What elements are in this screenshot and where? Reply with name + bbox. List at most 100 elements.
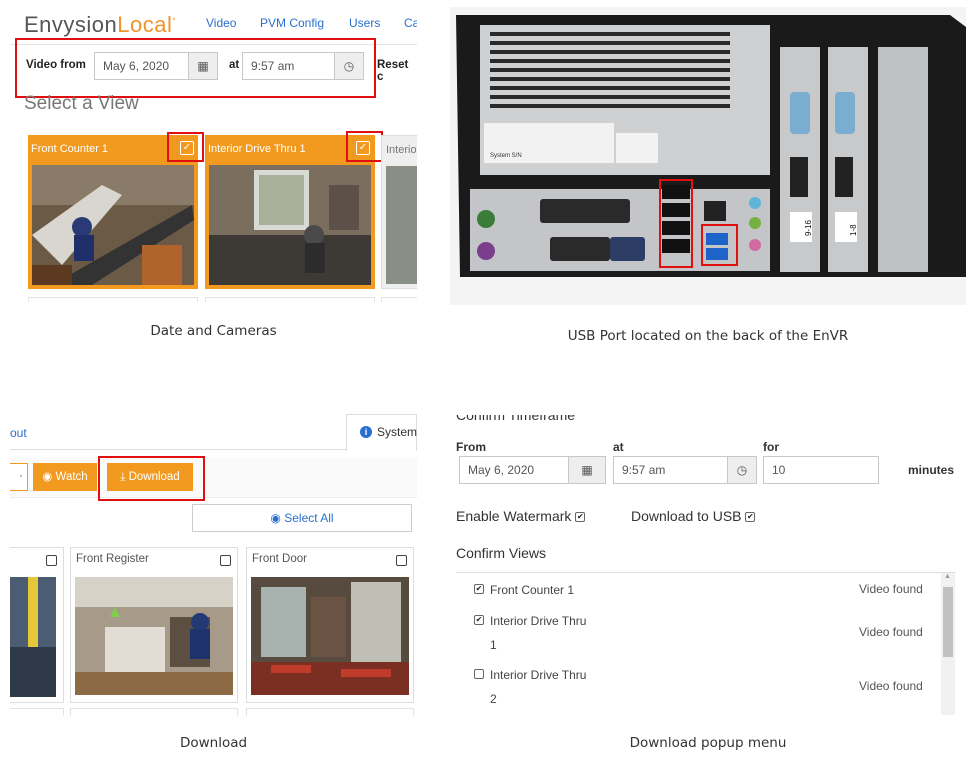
scrollbar-thumb[interactable] — [943, 587, 953, 657]
eye-icon: ◉ — [270, 511, 285, 525]
download-button[interactable]: ⤓ Download — [107, 463, 193, 491]
download-usb-label: Download to USB — [631, 508, 742, 524]
camera-tile-stub — [10, 708, 64, 716]
brand-logo: EnvysionLocal° — [24, 12, 177, 37]
camera-title: Front Register — [76, 553, 149, 565]
nav-pvm-config[interactable]: PVM Config — [260, 16, 324, 30]
at-time-input[interactable]: 9:57 am — [613, 456, 728, 484]
views-divider — [456, 572, 956, 573]
tab-system[interactable]: i System — [346, 414, 417, 451]
envr-back-photo: System S/N 9-16 1-8 — [450, 7, 966, 305]
view-name: Front Counter 1 — [490, 583, 575, 597]
camera-card-stub — [28, 297, 198, 302]
tab-system-label: System — [377, 425, 417, 439]
at-label: at — [613, 440, 624, 454]
view-name: Interior Drive Thru — [490, 614, 587, 628]
camera-title: Front Door — [252, 553, 307, 565]
download-label: Download — [128, 471, 180, 483]
nav-video[interactable]: Video — [206, 16, 236, 30]
camera-card-front-counter-1[interactable]: Front Counter 1 ✓ — [28, 135, 198, 289]
clock-icon[interactable]: ◷ — [727, 456, 757, 484]
camera-tile-front-register[interactable]: Front Register — [70, 547, 238, 703]
select-all-button[interactable]: ◉ Select All — [192, 504, 412, 532]
camera-tile-stub — [70, 708, 238, 716]
for-label: for — [763, 440, 779, 454]
time-input[interactable]: 9:57 am — [242, 52, 335, 80]
info-icon: i — [360, 426, 372, 438]
check-icon[interactable]: ✓ — [356, 141, 370, 155]
camera-tile-front-door[interactable]: Front Door — [246, 547, 414, 703]
camera-thumbnail — [386, 166, 417, 284]
minutes-label: minutes — [908, 463, 955, 477]
slot-label-a: 9-16 — [804, 219, 813, 236]
watermark-option[interactable]: Enable Watermark ✔ — [456, 508, 586, 524]
eye-icon: ◉ — [42, 471, 56, 483]
checkbox[interactable] — [220, 555, 231, 566]
separator-dot: · — [19, 468, 23, 482]
view-name-line2: 2 — [490, 692, 497, 706]
camera-thumbnail — [32, 165, 194, 285]
brand-main: Envysion — [24, 12, 118, 37]
confirm-timeframe-heading: Confirm Timeframe — [456, 415, 576, 423]
view-status: Video found — [859, 582, 923, 596]
view-checkbox[interactable] — [474, 669, 484, 679]
caption-popup: Download popup menu — [629, 735, 787, 751]
camera-card-interior[interactable]: Interio — [381, 135, 417, 289]
scroll-up-icon[interactable]: ▲ — [944, 573, 951, 580]
watch-button[interactable]: ◉ Watch — [33, 463, 97, 491]
views-scrollbar[interactable]: ▲ — [941, 573, 955, 715]
camera-card-stub — [205, 297, 375, 302]
download-usb-option[interactable]: Download to USB ✔ — [631, 508, 756, 524]
sticker-text: System S/N — [490, 153, 522, 159]
camera-tile-stub — [246, 708, 414, 716]
camera-thumbnail — [209, 165, 371, 285]
nav-users[interactable]: Users — [349, 16, 380, 30]
clock-icon[interactable]: ◷ — [334, 52, 364, 80]
view-status: Video found — [859, 679, 923, 693]
select-view-heading: Select a View — [24, 93, 139, 114]
calendar-icon[interactable]: ▦ — [188, 52, 218, 80]
video-from-label: Video from — [26, 59, 86, 71]
panel-download-popup: Confirm Timeframe From at for May 6, 202… — [450, 415, 966, 715]
camera-thumbnail — [75, 577, 233, 695]
duration-input[interactable]: 10 — [763, 456, 879, 484]
header-divider — [10, 44, 417, 45]
camera-tile-partial[interactable] — [10, 547, 64, 703]
from-date-input[interactable]: May 6, 2020 — [459, 456, 569, 484]
camera-card-stub — [381, 297, 417, 302]
panel-date-cameras: EnvysionLocal° Video PVM Config Users Ca… — [10, 4, 417, 302]
watermark-label: Enable Watermark — [456, 508, 572, 524]
checkbox[interactable] — [46, 555, 57, 566]
tab-logout[interactable]: out — [10, 426, 27, 440]
confirm-views-heading: Confirm Views — [456, 545, 546, 561]
view-checkbox[interactable]: ✔ — [474, 615, 484, 625]
check-icon[interactable]: ✓ — [180, 141, 194, 155]
panel-usb-photo: System S/N 9-16 1-8 — [450, 7, 966, 305]
view-status: Video found — [859, 625, 923, 639]
camera-thumbnail — [251, 577, 409, 695]
nav-cameras[interactable]: Ca — [404, 16, 417, 30]
camera-thumbnail — [10, 577, 59, 697]
panel-download: out i System · ◉ Watch ⤓ Download ◉ Sele… — [10, 410, 417, 716]
download-icon: ⤓ — [120, 471, 129, 483]
calendar-icon[interactable]: ▦ — [568, 456, 606, 484]
from-label: From — [456, 440, 486, 454]
checkbox[interactable] — [396, 555, 407, 566]
camera-title: Front Counter 1 — [31, 143, 109, 155]
caption-usb: USB Port located on the back of the EnVR — [567, 328, 849, 344]
slot-label-b: 1-8 — [849, 224, 858, 236]
caption-date-cameras: Date and Cameras — [150, 323, 277, 339]
watch-label: Watch — [55, 471, 88, 483]
camera-title: Interior Drive Thru 1 — [208, 143, 306, 155]
date-input[interactable]: May 6, 2020 — [94, 52, 189, 80]
view-checkbox[interactable]: ✔ — [474, 584, 484, 594]
camera-card-interior-drive-thru-1[interactable]: Interior Drive Thru 1 ✓ — [205, 135, 375, 289]
tab-bar: out i System — [10, 410, 417, 451]
view-name: Interior Drive Thru — [490, 668, 587, 682]
caption-download: Download — [179, 735, 248, 751]
download-usb-checkbox[interactable]: ✔ — [745, 512, 756, 523]
at-label: at — [229, 59, 240, 71]
reset-button[interactable]: Reset c — [377, 59, 417, 83]
camera-title: Interio — [386, 144, 417, 156]
watermark-checkbox[interactable]: ✔ — [575, 512, 586, 523]
